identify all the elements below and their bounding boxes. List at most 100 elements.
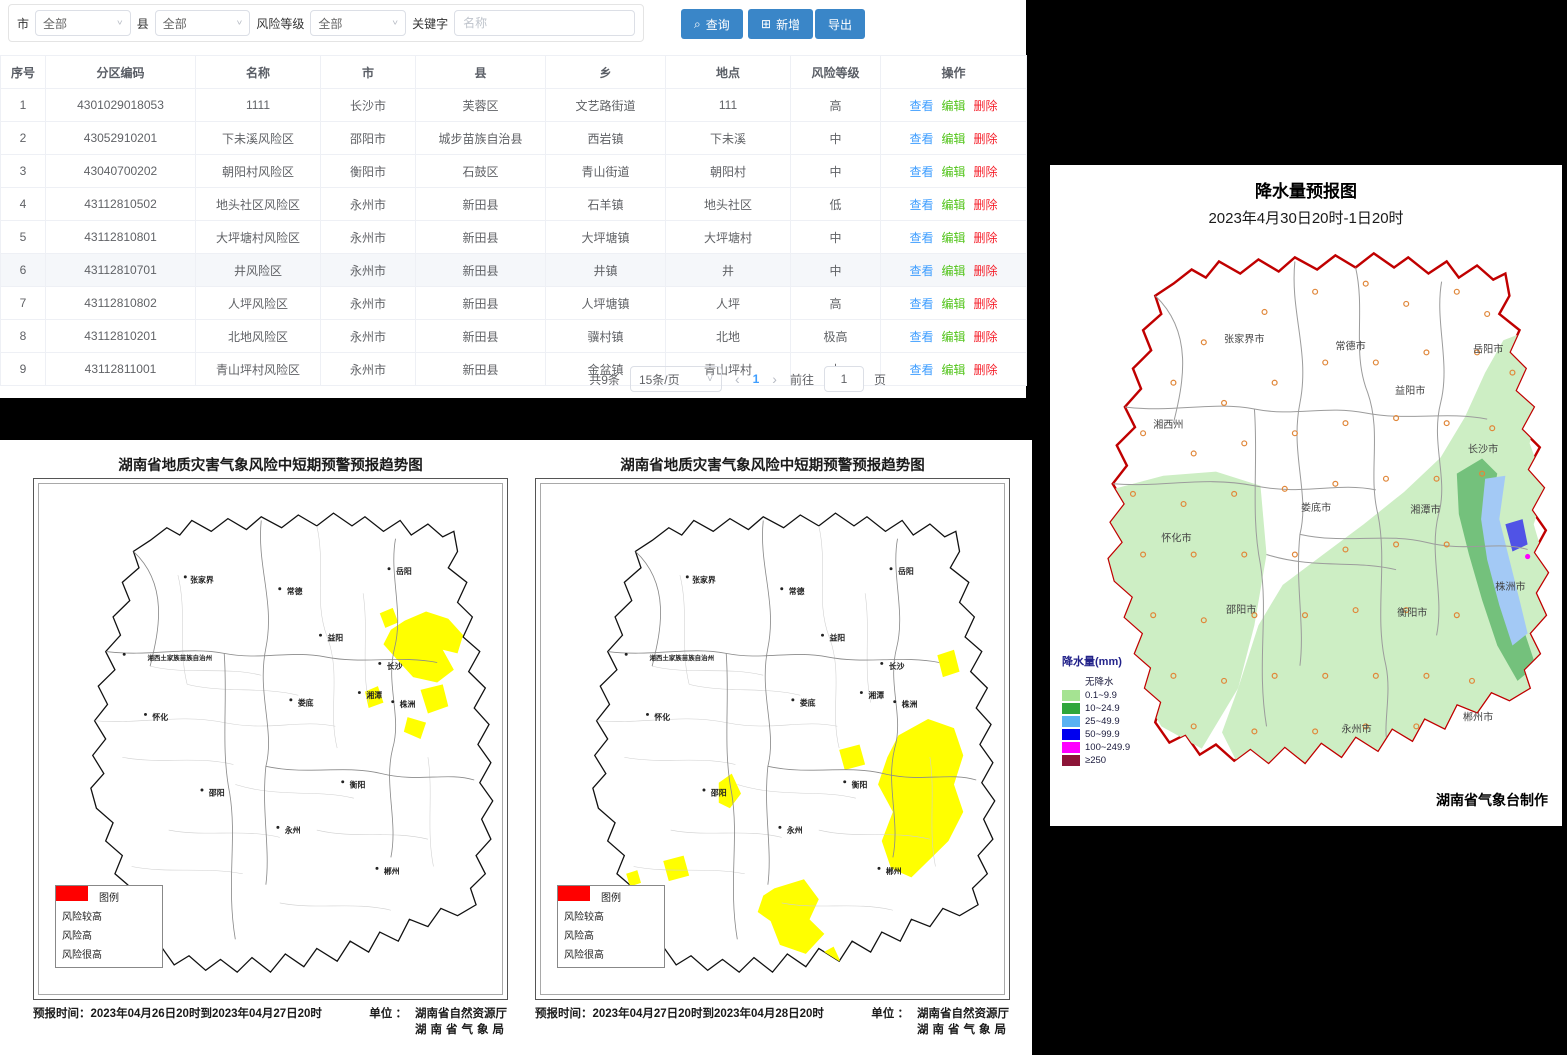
chevron-down-icon: ˅ bbox=[237, 19, 243, 28]
trend-map-title: 湖南省地质灾害气象风险中短期预警预报趋势图 bbox=[33, 454, 508, 478]
svg-text:常德: 常德 bbox=[287, 586, 303, 596]
red-swatch bbox=[558, 886, 590, 901]
svg-text:邵阳市: 邵阳市 bbox=[1226, 603, 1256, 616]
svg-text:永州: 永州 bbox=[786, 825, 803, 835]
table-row: 743112810802人坪风险区永州市新田县人坪塘镇人坪高 查看编辑删除 bbox=[1, 287, 1027, 320]
view-link[interactable]: 查看 bbox=[909, 165, 933, 179]
svg-text:湘潭市: 湘潭市 bbox=[1410, 503, 1440, 516]
edit-link[interactable]: 编辑 bbox=[941, 165, 965, 179]
city-select[interactable]: 全部 ˅ bbox=[35, 10, 131, 36]
svg-text:怀化: 怀化 bbox=[152, 712, 168, 722]
col-town: 乡 bbox=[546, 56, 666, 89]
county-filter-label: 县 bbox=[137, 15, 149, 32]
goto-page-input[interactable] bbox=[824, 366, 864, 392]
view-link[interactable]: 查看 bbox=[909, 297, 933, 311]
delete-link[interactable]: 删除 bbox=[974, 264, 998, 278]
delete-link[interactable]: 删除 bbox=[974, 99, 998, 113]
svg-text:怀化: 怀化 bbox=[654, 712, 670, 722]
delete-link[interactable]: 删除 bbox=[974, 165, 998, 179]
col-seq: 序号 bbox=[1, 56, 46, 89]
risk-level-select[interactable]: 全部 ˅ bbox=[310, 10, 406, 36]
trend-legend: 图例 风险较高 风险高 风险很高 bbox=[55, 885, 163, 968]
unit-credit: 单位 ： 湖南省自然资源厅 湖南省气象局 bbox=[871, 1005, 1010, 1037]
chevron-down-icon: ˅ bbox=[117, 19, 123, 28]
svg-text:常德市: 常德市 bbox=[1335, 339, 1365, 352]
svg-text:株洲: 株洲 bbox=[902, 699, 918, 709]
legend-swatch bbox=[1062, 690, 1080, 701]
svg-text:株洲: 株洲 bbox=[400, 699, 416, 709]
svg-text:株洲市: 株洲市 bbox=[1495, 580, 1525, 593]
svg-text:永州: 永州 bbox=[284, 825, 301, 835]
plus-box-icon: ⊞ bbox=[761, 18, 771, 30]
risk-zone-table: 序号 分区编码 名称 市 县 乡 地点 风险等级 操作 143010290180… bbox=[0, 55, 1027, 386]
delete-link[interactable]: 删除 bbox=[974, 363, 998, 377]
col-county: 县 bbox=[416, 56, 546, 89]
view-link[interactable]: 查看 bbox=[909, 330, 933, 344]
svg-text:娄底市: 娄底市 bbox=[1301, 501, 1331, 514]
svg-text:湘西州: 湘西州 bbox=[1153, 418, 1183, 431]
legend-swatch bbox=[1062, 755, 1080, 766]
edit-link[interactable]: 编辑 bbox=[941, 330, 965, 344]
forecast-time: 预报时间：2023年04月27日20时到2023年04月28日20时 bbox=[535, 1005, 824, 1037]
table-row: 343040700202朝阳村风险区衡阳市石鼓区青山街道朝阳村中 查看编辑删除 bbox=[1, 155, 1027, 188]
svg-text:郴州: 郴州 bbox=[384, 866, 400, 876]
table-header-row: 序号 分区编码 名称 市 县 乡 地点 风险等级 操作 bbox=[1, 56, 1027, 89]
next-page-icon[interactable]: › bbox=[769, 371, 780, 387]
svg-text:益阳: 益阳 bbox=[829, 633, 845, 643]
precip-legend: 降水量(mm) 无降水 0.1~9.9 10~24.9 25~49.9 50~9… bbox=[1062, 653, 1130, 766]
view-link[interactable]: 查看 bbox=[909, 231, 933, 245]
risk-level-filter-label: 风险等级 bbox=[256, 15, 304, 32]
svg-text:娄底: 娄底 bbox=[298, 697, 314, 707]
delete-link[interactable]: 删除 bbox=[974, 330, 998, 344]
edit-link[interactable]: 编辑 bbox=[941, 132, 965, 146]
table-row: 543112810801大坪塘村风险区永州市新田县大坪塘镇大坪塘村中 查看编辑删… bbox=[1, 221, 1027, 254]
goto-label: 前往 bbox=[790, 371, 814, 388]
table-row: 843112810201北地风险区永州市新田县骥村镇北地极高 查看编辑删除 bbox=[1, 320, 1027, 353]
add-button[interactable]: ⊞ 新增 bbox=[748, 9, 813, 39]
edit-link[interactable]: 编辑 bbox=[941, 99, 965, 113]
svg-text:张家界: 张家界 bbox=[190, 574, 214, 584]
export-button[interactable]: 导出 bbox=[815, 9, 865, 39]
page-unit-label: 页 bbox=[874, 371, 886, 388]
view-link[interactable]: 查看 bbox=[909, 264, 933, 278]
edit-link[interactable]: 编辑 bbox=[941, 264, 965, 278]
edit-link[interactable]: 编辑 bbox=[941, 198, 965, 212]
precip-map-title: 降水量预报图 bbox=[1050, 165, 1562, 202]
precip-legend-title: 降水量(mm) bbox=[1062, 653, 1130, 669]
svg-text:衡阳: 衡阳 bbox=[350, 779, 366, 789]
col-code: 分区编码 bbox=[46, 56, 196, 89]
svg-text:益阳市: 益阳市 bbox=[1395, 384, 1425, 397]
delete-link[interactable]: 删除 bbox=[974, 198, 998, 212]
edit-link[interactable]: 编辑 bbox=[941, 297, 965, 311]
trend-map-title: 湖南省地质灾害气象风险中短期预警预报趋势图 bbox=[535, 454, 1010, 478]
view-link[interactable]: 查看 bbox=[909, 363, 933, 377]
prev-page-icon[interactable]: ‹ bbox=[732, 371, 743, 387]
view-link[interactable]: 查看 bbox=[909, 99, 933, 113]
edit-link[interactable]: 编辑 bbox=[941, 231, 965, 245]
legend-swatch bbox=[1062, 716, 1080, 727]
view-link[interactable]: 查看 bbox=[909, 132, 933, 146]
precip-credit: 湖南省气象台制作 bbox=[1436, 790, 1548, 810]
filter-bar: 市 全部 ˅ 县 全部 ˅ 风险等级 全部 ˅ 关键字 bbox=[8, 4, 644, 42]
table-row: 243052910201下未溪风险区邵阳市城步苗族自治县西岩镇下未溪中 查看编辑… bbox=[1, 122, 1027, 155]
delete-link[interactable]: 删除 bbox=[974, 132, 998, 146]
keyword-filter-label: 关键字 bbox=[412, 15, 448, 32]
col-actions: 操作 bbox=[881, 56, 1027, 89]
view-link[interactable]: 查看 bbox=[909, 198, 933, 212]
delete-link[interactable]: 删除 bbox=[974, 297, 998, 311]
delete-link[interactable]: 删除 bbox=[974, 231, 998, 245]
page-size-select[interactable]: 15条/页 ˅ bbox=[630, 366, 722, 392]
current-page[interactable]: 1 bbox=[753, 372, 760, 386]
svg-text:湘潭: 湘潭 bbox=[366, 690, 382, 700]
svg-text:湘西土家族苗族自治州: 湘西土家族苗族自治州 bbox=[147, 653, 212, 662]
legend-swatch bbox=[1062, 729, 1080, 740]
svg-text:郴州市: 郴州市 bbox=[1463, 710, 1493, 723]
red-swatch bbox=[56, 886, 88, 901]
search-button[interactable]: ⌕ 查询 bbox=[681, 9, 743, 39]
county-select[interactable]: 全部 ˅ bbox=[155, 10, 251, 36]
keyword-input[interactable] bbox=[454, 10, 635, 36]
edit-link[interactable]: 编辑 bbox=[941, 363, 965, 377]
trend-maps-panel: 湖南省地质灾害气象风险中短期预警预报趋势图 bbox=[0, 440, 1032, 1055]
legend-swatch bbox=[1062, 742, 1080, 753]
svg-text:岳阳市: 岳阳市 bbox=[1473, 342, 1503, 355]
